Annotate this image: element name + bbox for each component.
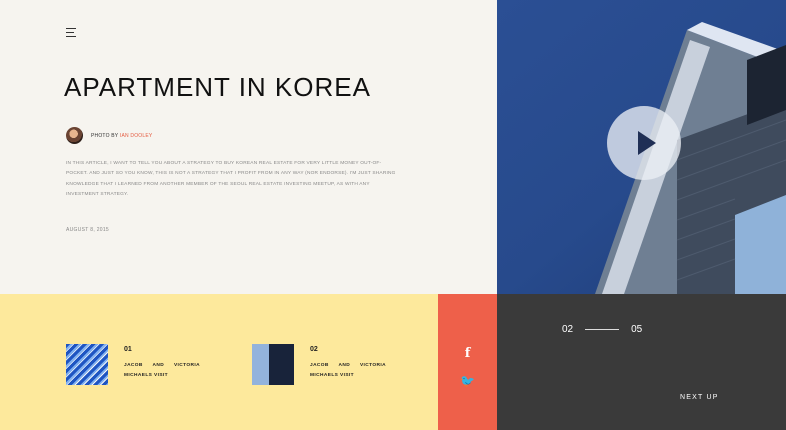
pager-divider (585, 329, 620, 330)
menu-icon[interactable] (66, 28, 78, 38)
social-bar: f 🐦 (438, 294, 497, 430)
related-thumbnail (66, 344, 108, 385)
related-card-1[interactable]: 01 JACOB AND VICTORIA MICHAELS VISIT (66, 344, 200, 385)
next-up-button[interactable]: NEXT UP (680, 394, 719, 401)
photo-by-label: PHOTO BY (91, 132, 119, 139)
related-text: 01 JACOB AND VICTORIA MICHAELS VISIT (124, 344, 200, 385)
byline: PHOTO BY IAN DOOLEY (91, 133, 152, 139)
article-body: IN THIS ARTICLE, I WANT TO TELL YOU ABOU… (66, 161, 396, 197)
author-row: PHOTO BY IAN DOOLEY (66, 127, 152, 144)
article-title: APARTMENT IN KOREA (64, 72, 371, 102)
related-number: 02 (310, 346, 318, 353)
play-icon[interactable] (607, 106, 681, 180)
related-card-2[interactable]: 02 JACOB AND VICTORIA MICHAELS VISIT (252, 344, 386, 385)
facebook-icon[interactable]: f (438, 346, 497, 361)
related-thumbnail (252, 344, 294, 385)
pagination-panel: 02 05 NEXT UP (497, 294, 786, 430)
related-text: 02 JACOB AND VICTORIA MICHAELS VISIT (310, 344, 386, 385)
pager-current: 02 (562, 324, 574, 335)
pager: 02 05 (562, 324, 642, 335)
related-caption: JACOB AND VICTORIA MICHAELS VISIT (124, 363, 200, 378)
avatar (66, 127, 83, 144)
related-caption: JACOB AND VICTORIA MICHAELS VISIT (310, 363, 386, 378)
related-number: 01 (124, 346, 132, 353)
twitter-icon[interactable]: 🐦 (438, 374, 497, 388)
article-date: AUGUST 8, 2015 (66, 227, 110, 233)
page: APARTMENT IN KOREA PHOTO BY IAN DOOLEY I… (0, 0, 786, 430)
pager-total: 05 (631, 324, 643, 335)
author-link[interactable]: IAN DOOLEY (120, 133, 153, 139)
article-panel: APARTMENT IN KOREA PHOTO BY IAN DOOLEY I… (0, 0, 497, 294)
